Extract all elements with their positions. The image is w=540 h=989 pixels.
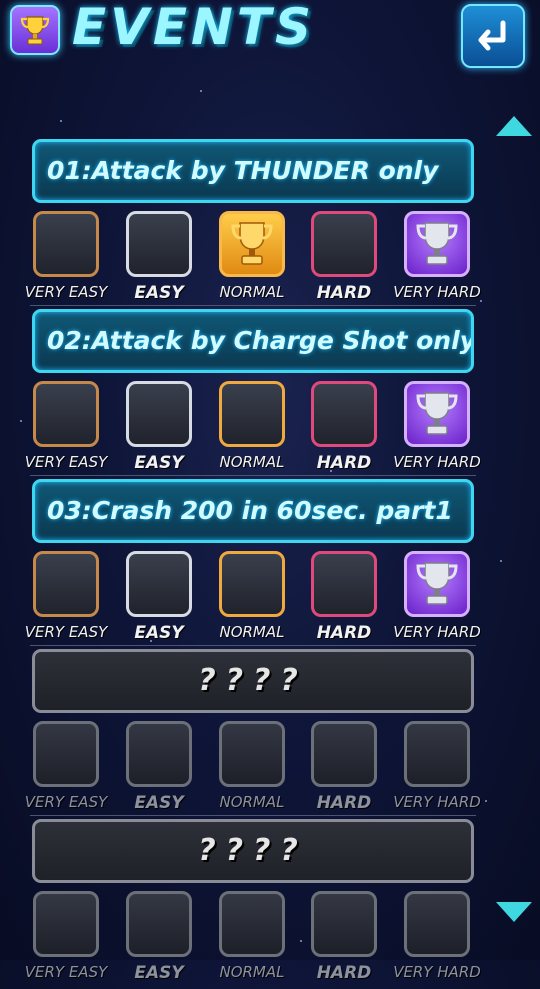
- difficulty-slot-very-hard[interactable]: VERY HARD: [391, 381, 483, 476]
- difficulty-slot-easy[interactable]: EASY: [113, 891, 205, 986]
- difficulty-slot-very-easy[interactable]: VERY EASY: [20, 891, 112, 986]
- difficulty-label: NORMAL: [219, 453, 285, 471]
- difficulty-slot-very-easy[interactable]: VERY EASY: [20, 551, 112, 646]
- difficulty-slots: VERY EASY EASY NORMAL HARD VERY HARD: [0, 211, 540, 306]
- reward-box: [33, 551, 99, 617]
- reward-box: [404, 551, 470, 617]
- reward-box: [311, 211, 377, 277]
- difficulty-slot-hard[interactable]: HARD: [298, 721, 390, 816]
- difficulty-label: HARD: [316, 623, 372, 643]
- event-title-banner[interactable]: 02:Attack by Charge Shot only part1: [32, 309, 474, 373]
- difficulty-label: HARD: [316, 793, 372, 813]
- reward-box: [126, 721, 192, 787]
- reward-box: [33, 721, 99, 787]
- difficulty-label: VERY HARD: [393, 623, 481, 641]
- row-divider: [30, 475, 476, 476]
- difficulty-slot-very-hard[interactable]: VERY HARD: [391, 721, 483, 816]
- event-row: 01:Attack by THUNDER only VERY EASY EASY NO…: [0, 139, 540, 309]
- difficulty-label: EASY: [134, 283, 184, 303]
- difficulty-label: VERY EASY: [24, 623, 108, 641]
- difficulty-label: VERY EASY: [24, 793, 108, 811]
- difficulty-slot-very-easy[interactable]: VERY EASY: [20, 721, 112, 816]
- event-title-banner[interactable]: ????: [32, 819, 474, 883]
- reward-box: [33, 381, 99, 447]
- difficulty-slot-hard[interactable]: HARD: [298, 211, 390, 306]
- event-title-banner[interactable]: 01:Attack by THUNDER only: [32, 139, 474, 203]
- difficulty-slots: VERY EASY EASY NORMAL HARD VERY HARD: [0, 381, 540, 476]
- difficulty-label: EASY: [134, 623, 184, 643]
- difficulty-label: VERY EASY: [24, 283, 108, 301]
- reward-box: [33, 891, 99, 957]
- difficulty-label: VERY HARD: [393, 963, 481, 981]
- silver-trophy-icon: [416, 392, 458, 435]
- difficulty-slot-very-hard[interactable]: VERY HARD: [391, 891, 483, 986]
- event-row: 02:Attack by Charge Shot only part1 VERY …: [0, 309, 540, 479]
- difficulty-label: HARD: [316, 963, 372, 983]
- event-title-banner[interactable]: ????: [32, 649, 474, 713]
- reward-box: [219, 551, 285, 617]
- difficulty-slot-very-hard[interactable]: VERY HARD: [391, 551, 483, 646]
- difficulty-label: NORMAL: [219, 623, 285, 641]
- difficulty-label: VERY HARD: [393, 793, 481, 811]
- gold-trophy-icon: [231, 222, 273, 265]
- reward-box: [126, 551, 192, 617]
- difficulty-slot-easy[interactable]: EASY: [113, 551, 205, 646]
- difficulty-label: HARD: [316, 283, 372, 303]
- reward-box: [404, 211, 470, 277]
- row-divider: [30, 815, 476, 816]
- difficulty-slot-easy[interactable]: EASY: [113, 721, 205, 816]
- difficulty-slots: VERY EASY EASY NORMAL HARD VERY HARD: [0, 551, 540, 646]
- difficulty-slot-normal[interactable]: NORMAL: [206, 891, 298, 986]
- reward-box: [311, 381, 377, 447]
- difficulty-slot-very-hard[interactable]: VERY HARD: [391, 211, 483, 306]
- event-row: ???? VERY EASY EASY NORMAL HARD VERY HARD: [0, 649, 540, 819]
- difficulty-slot-normal[interactable]: NORMAL: [206, 211, 298, 306]
- reward-box: [126, 381, 192, 447]
- reward-box: [33, 211, 99, 277]
- difficulty-label: VERY HARD: [393, 283, 481, 301]
- difficulty-slot-very-easy[interactable]: VERY EASY: [20, 381, 112, 476]
- difficulty-slot-easy[interactable]: EASY: [113, 381, 205, 476]
- difficulty-slot-normal[interactable]: NORMAL: [206, 381, 298, 476]
- reward-box: [311, 551, 377, 617]
- event-row: ???? VERY EASY EASY NORMAL HARD VERY HARD: [0, 819, 540, 989]
- difficulty-label: VERY HARD: [393, 453, 481, 471]
- difficulty-label: EASY: [134, 453, 184, 473]
- difficulty-slot-normal[interactable]: NORMAL: [206, 551, 298, 646]
- reward-box: [219, 381, 285, 447]
- silver-trophy-icon: [416, 562, 458, 605]
- difficulty-slot-hard[interactable]: HARD: [298, 891, 390, 986]
- reward-box: [404, 891, 470, 957]
- reward-box: [311, 891, 377, 957]
- reward-box: [219, 891, 285, 957]
- difficulty-slot-hard[interactable]: HARD: [298, 381, 390, 476]
- event-row: 03:Crash 200 in 60sec. part1 VERY EASY EAS…: [0, 479, 540, 649]
- difficulty-label: HARD: [316, 453, 372, 473]
- event-list: 01:Attack by THUNDER only VERY EASY EASY NO…: [0, 0, 540, 983]
- difficulty-slot-hard[interactable]: HARD: [298, 551, 390, 646]
- difficulty-slots: VERY EASY EASY NORMAL HARD VERY HARD: [0, 721, 540, 816]
- difficulty-label: NORMAL: [219, 963, 285, 981]
- reward-box: [404, 721, 470, 787]
- silver-trophy-icon: [416, 222, 458, 265]
- reward-box: [311, 721, 377, 787]
- reward-box: [126, 891, 192, 957]
- difficulty-label: EASY: [134, 793, 184, 813]
- reward-box: [219, 211, 285, 277]
- reward-box: [126, 211, 192, 277]
- difficulty-label: NORMAL: [219, 283, 285, 301]
- reward-box: [404, 381, 470, 447]
- difficulty-slot-normal[interactable]: NORMAL: [206, 721, 298, 816]
- difficulty-slot-easy[interactable]: EASY: [113, 211, 205, 306]
- row-divider: [30, 645, 476, 646]
- difficulty-label: EASY: [134, 963, 184, 983]
- difficulty-label: VERY EASY: [24, 963, 108, 981]
- difficulty-slot-very-easy[interactable]: VERY EASY: [20, 211, 112, 306]
- row-divider: [30, 305, 476, 306]
- difficulty-slots: VERY EASY EASY NORMAL HARD VERY HARD: [0, 891, 540, 986]
- difficulty-label: VERY EASY: [24, 453, 108, 471]
- event-title-banner[interactable]: 03:Crash 200 in 60sec. part1: [32, 479, 474, 543]
- reward-box: [219, 721, 285, 787]
- difficulty-label: NORMAL: [219, 793, 285, 811]
